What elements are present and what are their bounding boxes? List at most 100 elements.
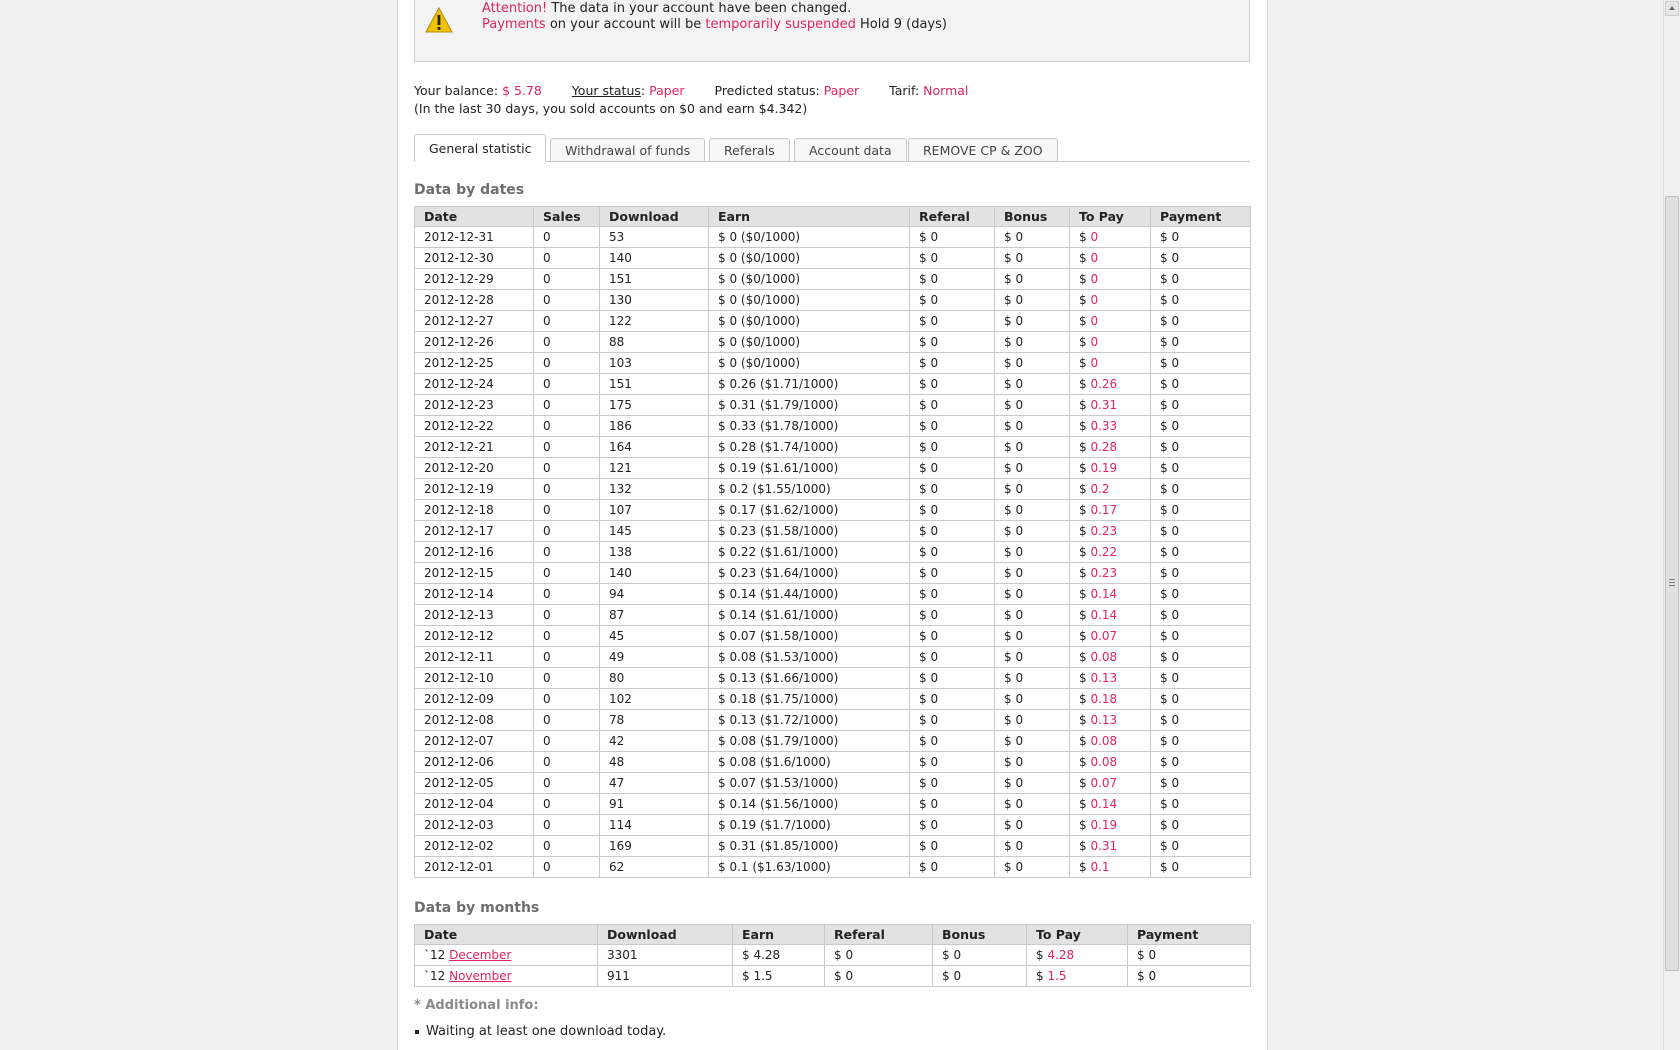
table-row: 2012-12-03 0 114 $ 0.19 ($1.7/1000) $ 0 $ 0 $ … bbox=[414, 814, 1251, 836]
cell-earn: $ 0.23 ($1.64/1000) bbox=[708, 562, 910, 584]
cell-referal: $ 0 bbox=[909, 667, 995, 689]
tab-remove-cp-zoo[interactable]: REMOVE CP & ZOO bbox=[908, 138, 1058, 162]
cell-sales: 0 bbox=[533, 751, 600, 773]
additional-info-title: * Additional info: bbox=[414, 998, 539, 1013]
additional-info-list: Waiting at least one download today. bbox=[414, 1023, 666, 1043]
cell-earn: $ 0.31 ($1.85/1000) bbox=[708, 835, 910, 857]
tab-general-statistic[interactable]: General statistic bbox=[414, 134, 547, 162]
cell-referal: $ 0 bbox=[824, 944, 933, 966]
cell-earn: $ 0.14 ($1.44/1000) bbox=[708, 583, 910, 605]
cell-to-pay: $ 0.22 bbox=[1069, 541, 1151, 563]
predicted-label: Predicted status: bbox=[714, 83, 820, 98]
table-row: 2012-12-13 0 87 $ 0.14 ($1.61/1000) $ 0 $ 0 $ … bbox=[414, 604, 1251, 626]
account-status-row: Your balance: $ 5.78 Your status: Paper … bbox=[414, 83, 994, 98]
cell-referal: $ 0 bbox=[909, 814, 995, 836]
cell-earn: $ 0.13 ($1.66/1000) bbox=[708, 667, 910, 689]
cell-referal: $ 0 bbox=[909, 688, 995, 710]
to-pay-currency: $ bbox=[1079, 545, 1091, 559]
cell-date: 2012-12-18 bbox=[414, 499, 534, 521]
to-pay-currency: $ bbox=[1036, 969, 1048, 983]
table-row: 2012-12-22 0 186 $ 0.33 ($1.78/1000) $ 0 $ 0 $… bbox=[414, 415, 1251, 437]
cell-earn: $ 0 ($0/1000) bbox=[708, 289, 910, 311]
col-earn: Earn bbox=[732, 924, 825, 945]
cell-bonus: $ 0 bbox=[994, 856, 1070, 878]
cell-referal: $ 0 bbox=[909, 352, 995, 374]
cell-sales: 0 bbox=[533, 394, 600, 416]
cell-sales: 0 bbox=[533, 331, 600, 353]
to-pay-value: 0.22 bbox=[1090, 545, 1118, 559]
cell-referal: $ 0 bbox=[909, 520, 995, 542]
cell-bonus: $ 0 bbox=[994, 457, 1070, 479]
cell-earn: $ 0.23 ($1.58/1000) bbox=[708, 520, 910, 542]
tab-account-data[interactable]: Account data bbox=[794, 138, 907, 162]
cell-payment: $ 0 bbox=[1150, 247, 1251, 269]
status-group: Your status: Paper bbox=[572, 83, 685, 98]
col-download: Download bbox=[597, 924, 733, 945]
to-pay-currency: $ bbox=[1079, 797, 1091, 811]
table-row: 2012-12-27 0 122 $ 0 ($0/1000) $ 0 $ 0 $ 0 $ 0 bbox=[414, 310, 1251, 332]
cell-download: 114 bbox=[599, 814, 709, 836]
month-link[interactable]: November bbox=[449, 969, 511, 983]
cell-payment: $ 0 bbox=[1150, 751, 1251, 773]
predicted-value: Paper bbox=[823, 83, 860, 98]
cell-sales: 0 bbox=[533, 562, 600, 584]
to-pay-value: 0.07 bbox=[1090, 776, 1118, 790]
cell-earn: $ 0.18 ($1.75/1000) bbox=[708, 688, 910, 710]
balance-group: Your balance: $ 5.78 bbox=[414, 83, 542, 98]
to-pay-currency: $ bbox=[1079, 587, 1091, 601]
cell-download: 151 bbox=[599, 268, 709, 290]
cell-download: 78 bbox=[599, 709, 709, 731]
cell-sales: 0 bbox=[533, 457, 600, 479]
cell-bonus: $ 0 bbox=[994, 730, 1070, 752]
to-pay-value: 0 bbox=[1090, 272, 1099, 286]
to-pay-value: 0.13 bbox=[1090, 671, 1118, 685]
vertical-scrollbar[interactable] bbox=[1663, 0, 1680, 1050]
to-pay-value: 0.23 bbox=[1090, 566, 1118, 580]
month-link[interactable]: December bbox=[449, 948, 511, 962]
cell-bonus: $ 0 bbox=[994, 604, 1070, 626]
cell-bonus: $ 0 bbox=[994, 562, 1070, 584]
to-pay-value: 0.31 bbox=[1090, 398, 1118, 412]
cell-payment: $ 0 bbox=[1150, 772, 1251, 794]
cell-payment: $ 0 bbox=[1150, 457, 1251, 479]
to-pay-currency: $ bbox=[1079, 482, 1091, 496]
status-link[interactable]: Your status bbox=[572, 83, 641, 98]
tab-referals[interactable]: Referals bbox=[709, 138, 790, 162]
cell-date: 2012-12-17 bbox=[414, 520, 534, 542]
col-date: Date bbox=[414, 206, 534, 227]
cell-to-pay: $ 0.31 bbox=[1069, 835, 1151, 857]
to-pay-currency: $ bbox=[1079, 314, 1091, 328]
cell-to-pay: $ 0 bbox=[1069, 247, 1151, 269]
attention-alert: Attention! The data in your account have… bbox=[414, 0, 1250, 62]
table-row: 2012-12-25 0 103 $ 0 ($0/1000) $ 0 $ 0 $ 0 $ 0 bbox=[414, 352, 1251, 374]
scroll-up-arrow-icon[interactable] bbox=[1665, 1, 1679, 16]
cell-download: 145 bbox=[599, 520, 709, 542]
table-row: 2012-12-02 0 169 $ 0.31 ($1.85/1000) $ 0 $ 0 $… bbox=[414, 835, 1251, 857]
cell-referal: $ 0 bbox=[909, 268, 995, 290]
scroll-thumb[interactable] bbox=[1665, 196, 1679, 971]
cell-to-pay: $ 0.14 bbox=[1069, 604, 1151, 626]
cell-bonus: $ 0 bbox=[994, 394, 1070, 416]
to-pay-value: 0.1 bbox=[1090, 860, 1110, 874]
cell-download: 911 bbox=[597, 965, 733, 987]
cell-date: 2012-12-19 bbox=[414, 478, 534, 500]
cell-download: 62 bbox=[599, 856, 709, 878]
tarif-label: Tarif: bbox=[889, 83, 920, 98]
table-row: 2012-12-10 0 80 $ 0.13 ($1.66/1000) $ 0 $ 0 $ … bbox=[414, 667, 1251, 689]
cell-referal: $ 0 bbox=[909, 835, 995, 857]
cell-payment: $ 0 bbox=[1150, 478, 1251, 500]
cell-to-pay: $ 0 bbox=[1069, 289, 1151, 311]
table-row: 2012-12-16 0 138 $ 0.22 ($1.61/1000) $ 0 $ 0 $… bbox=[414, 541, 1251, 563]
tab-withdrawal-of-funds[interactable]: Withdrawal of funds bbox=[550, 138, 706, 162]
to-pay-currency: $ bbox=[1079, 692, 1091, 706]
cell-date: 2012-12-21 bbox=[414, 436, 534, 458]
col-payment: Payment bbox=[1127, 924, 1251, 945]
cell-download: 132 bbox=[599, 478, 709, 500]
table-row: `12 December 3301 $ 4.28 $ 0 $ 0 $ 4.28 $ 0 bbox=[414, 944, 1251, 966]
cell-to-pay: $ 0.14 bbox=[1069, 793, 1151, 815]
cell-bonus: $ 0 bbox=[994, 331, 1070, 353]
cell-date: 2012-12-02 bbox=[414, 835, 534, 857]
to-pay-currency: $ bbox=[1079, 272, 1091, 286]
cell-earn: $ 0.08 ($1.6/1000) bbox=[708, 751, 910, 773]
table-row: 2012-12-23 0 175 $ 0.31 ($1.79/1000) $ 0 $ 0 $… bbox=[414, 394, 1251, 416]
